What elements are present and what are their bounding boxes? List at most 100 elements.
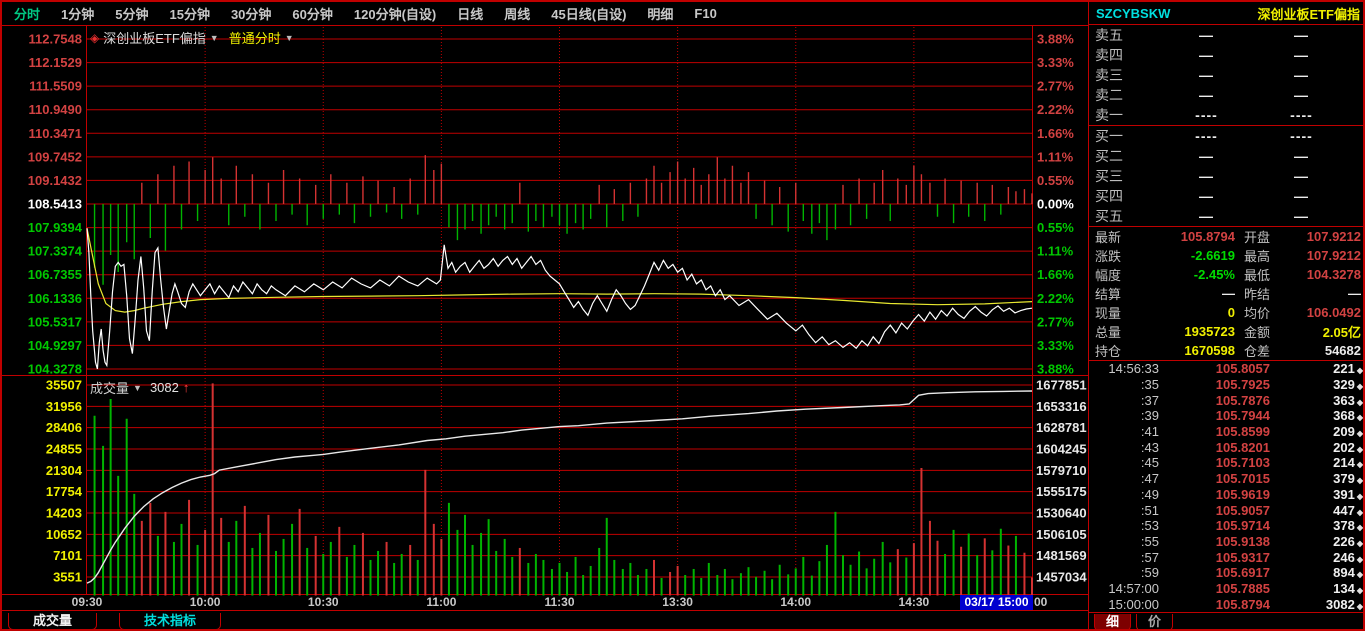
info-label: 仓差 (1244, 344, 1271, 359)
info-value: 106.0492 (1306, 305, 1361, 320)
crosshair-date-chip: 03/17 15:00 (960, 595, 1033, 610)
time-axis-label: 10:30 (308, 595, 339, 609)
tick-list[interactable]: 14:56:33 105.8057 221 ◆:35 105.7925 329 ◆:37 10… (1089, 360, 1363, 612)
volume-axis-label: 31956 (46, 399, 82, 414)
volume-indicator-label[interactable]: 成交量 (90, 378, 129, 397)
tick-price: 105.6917 (1215, 565, 1270, 581)
tick-time: :35 (1140, 377, 1159, 393)
ask-row[interactable]: 卖四 — — (1089, 45, 1363, 65)
quote-info-grid: 最新 105.8794 开盘 107.9212 涨跌 -2.6619 最高 107.9212 幅… (1089, 226, 1363, 360)
time-axis-label: 11:30 (544, 595, 574, 609)
ask-row[interactable]: 卖五 — — (1089, 25, 1363, 45)
menu-item-明细[interactable]: 明细 (647, 4, 673, 23)
info-value: — (1348, 286, 1361, 301)
menu-item-120分钟(自设)[interactable]: 120分钟(自设) (354, 4, 436, 23)
book-volume: — (1294, 148, 1309, 164)
menu-item-日线[interactable]: 日线 (457, 4, 483, 23)
bid-row[interactable]: 买四 — — (1089, 186, 1363, 206)
book-level-label: 卖三 (1095, 67, 1123, 83)
info-value: 107.9212 (1306, 248, 1361, 263)
tick-volume: 447 ◆ (1333, 502, 1363, 518)
menu-item-5分钟[interactable]: 5分钟 (115, 4, 148, 23)
tick-diamond-icon: ◆ (1356, 507, 1363, 517)
tick-row: :41 105.8599 209 ◆ (1089, 424, 1363, 440)
pct-axis-label: 1.66% (1037, 126, 1074, 141)
oi-axis-label: 1628781 (1036, 420, 1087, 435)
tick-price: 105.7885 (1215, 580, 1270, 596)
tab-细[interactable]: 细 (1094, 614, 1132, 629)
chart-canvas[interactable]: 112.7548 3.88% 112.1529 3.33% 111.5509 2.77% 1… (2, 2, 1088, 631)
info-row: 结算 — 昨结 — (1089, 284, 1363, 303)
menu-item-15分钟[interactable]: 15分钟 (169, 4, 209, 23)
time-axis-label: 14:30 (899, 595, 930, 609)
bid-row[interactable]: 买五 — — (1089, 206, 1363, 226)
book-volume: — (1294, 67, 1309, 83)
menu-item-60分钟[interactable]: 60分钟 (292, 4, 332, 23)
time-axis-label: 09:30 (72, 595, 103, 609)
info-label: 开盘 (1244, 230, 1271, 245)
menu-item-30分钟[interactable]: 30分钟 (231, 4, 271, 23)
info-label: 持仓 (1095, 344, 1122, 359)
menu-item-1分钟[interactable]: 1分钟 (61, 4, 94, 23)
tick-diamond-icon: ◆ (1356, 444, 1363, 454)
tab-技术指标[interactable]: 技术指标 (119, 613, 222, 629)
tick-time: :37 (1140, 392, 1159, 408)
tick-time: :45 (1140, 455, 1159, 471)
book-price: ---- (1195, 107, 1218, 123)
tick-panel-tabs: 细价 (1089, 612, 1363, 629)
pct-axis-label: 2.22% (1037, 291, 1074, 306)
info-row: 现量 0 均价 106.0492 (1089, 303, 1363, 322)
uptick-arrow-icon: ↑ (182, 380, 190, 395)
info-label: 最低 (1244, 268, 1271, 283)
menu-item-周线[interactable]: 周线 (504, 4, 530, 23)
tick-price: 105.8057 (1215, 361, 1270, 377)
bid-row[interactable]: 买二 — — (1089, 146, 1363, 166)
ask-row[interactable]: 卖三 — — (1089, 65, 1363, 85)
tick-time: :53 (1140, 518, 1159, 534)
tick-time: :59 (1140, 565, 1159, 581)
tab-成交量[interactable]: 成交量 (8, 613, 98, 629)
menu-item-F10[interactable]: F10 (694, 6, 716, 21)
instrument-name[interactable]: 深创业板ETF偏指 (103, 28, 206, 47)
price-axis-label: 110.3471 (28, 126, 82, 141)
tick-time: :47 (1140, 471, 1159, 487)
order-book-asks: 卖五 — — 卖四 — — 卖三 — — 卖二 — — 卖一 ---- ---- (1089, 25, 1363, 125)
chart-title[interactable]: ◈ 深创业板ETF偏指 ▼ 普通分时 ▼ (90, 28, 294, 47)
bid-row[interactable]: 买三 — — (1089, 166, 1363, 186)
bid-row[interactable]: 买一 ---- ---- (1089, 126, 1363, 146)
tick-price: 105.7876 (1215, 392, 1270, 408)
volume-axis-label: 3551 (53, 569, 82, 584)
book-volume: — (1294, 208, 1309, 224)
chevron-down-icon[interactable]: ▼ (285, 33, 294, 43)
pct-axis-label: 0.55% (1037, 173, 1074, 188)
book-level-label: 卖一 (1095, 107, 1123, 123)
price-axis-label: 108.5413 (28, 196, 82, 211)
info-label: 涨跌 (1095, 249, 1122, 264)
chevron-down-icon[interactable]: ▼ (133, 383, 142, 393)
chart-mode-label[interactable]: 普通分时 (229, 28, 281, 47)
tab-价[interactable]: 价 (1136, 614, 1174, 629)
tick-row: :55 105.9138 226 ◆ (1089, 534, 1363, 549)
ask-row[interactable]: 卖一 ---- ---- (1089, 105, 1363, 125)
menu-item-分时[interactable]: 分时 (14, 4, 40, 23)
volume-axis-label: 10652 (46, 527, 82, 542)
info-row: 幅度 -2.45% 最低 104.3278 (1089, 265, 1363, 284)
pct-axis-label: 2.77% (1037, 314, 1074, 329)
tick-time: :41 (1140, 424, 1159, 440)
tick-time: 14:56:33 (1108, 361, 1159, 377)
tick-row: :37 105.7876 363 ◆ (1089, 392, 1363, 408)
tick-row: :57 105.9317 246 ◆ (1089, 549, 1363, 565)
tick-price: 105.7925 (1215, 377, 1270, 393)
tick-price: 105.9317 (1215, 549, 1270, 565)
info-label: 均价 (1244, 306, 1271, 321)
chevron-down-icon[interactable]: ▼ (210, 33, 219, 43)
pane-tabs: 成交量 技术指标 (2, 610, 1094, 629)
oi-axis-label: 1604245 (1036, 441, 1087, 456)
volume-pane-title[interactable]: 成交量 ▼ 3082 ↑ (90, 378, 189, 397)
tick-price: 105.8794 (1215, 596, 1270, 612)
menu-item-45日线(自设)[interactable]: 45日线(自设) (551, 4, 626, 23)
book-volume: ---- (1290, 107, 1313, 123)
book-level-label: 买四 (1095, 188, 1123, 204)
ask-row[interactable]: 卖二 — — (1089, 85, 1363, 105)
time-axis-label: 13:30 (662, 595, 693, 609)
